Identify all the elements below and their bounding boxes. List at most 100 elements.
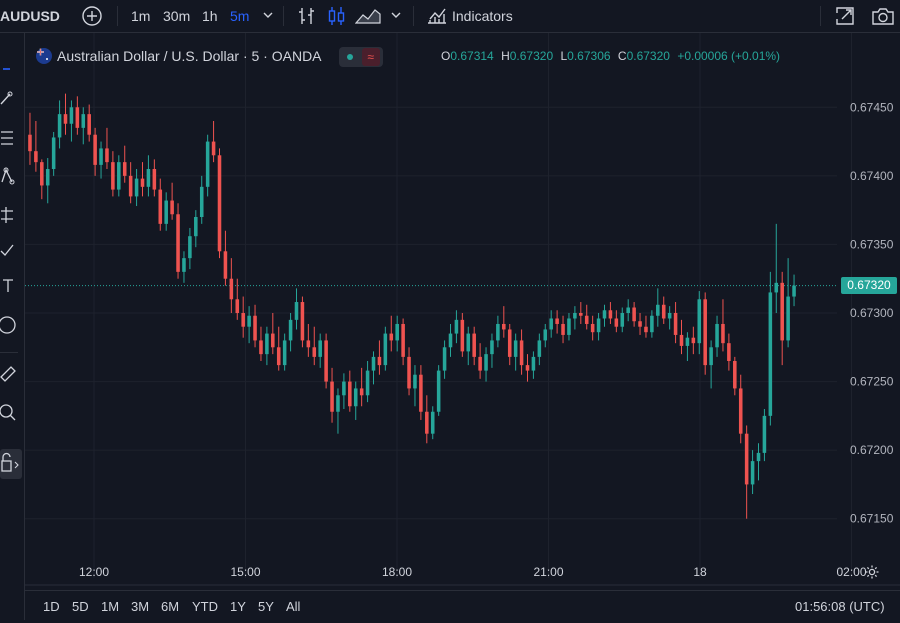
text-tool[interactable] (0, 276, 18, 296)
top-toolbar: AUDUSD 1m 30m 1h 5m Indicators (0, 0, 900, 33)
icon-tool[interactable] (0, 315, 18, 335)
candle (419, 365, 423, 420)
toolbar-divider (413, 6, 414, 26)
chart-area[interactable]: 0.67450 0.67400 0.67350 0.67300 0.67250 0.672… (25, 33, 900, 620)
candle (365, 361, 370, 403)
snapshot-button[interactable] (871, 0, 895, 32)
time-axis[interactable]: 12:00 15:00 18:00 21:00 18 02:00 (25, 565, 900, 586)
range-ytd[interactable]: YTD (192, 591, 218, 621)
candle (768, 271, 773, 426)
interval-dropdown[interactable] (262, 0, 274, 32)
candle (579, 302, 583, 324)
pattern-tool[interactable] (0, 166, 18, 186)
candle (117, 155, 121, 197)
candle-body (247, 315, 251, 327)
candle (715, 315, 719, 357)
candle (282, 333, 287, 371)
range-1m[interactable]: 1M (101, 591, 119, 621)
close-label: C (617, 49, 627, 63)
compare-add-button[interactable] (81, 0, 103, 32)
range-1y[interactable]: 1Y (230, 591, 246, 621)
zoom-tool[interactable] (0, 403, 18, 423)
candles-style-button[interactable] (327, 0, 347, 32)
candle-body (300, 302, 305, 341)
cursor-tool[interactable] (0, 59, 18, 79)
candle-body (271, 333, 275, 348)
drawing-toolbar (0, 33, 25, 620)
fullscreen-button[interactable] (834, 0, 856, 32)
lock-drawings-tool[interactable] (0, 449, 22, 479)
candle (223, 230, 228, 286)
candle-body (525, 365, 530, 371)
bar-style-button[interactable] (297, 0, 317, 32)
candle-body (727, 343, 731, 361)
price-chart[interactable]: 0.67450 0.67400 0.67350 0.67300 0.67250 0.672… (25, 33, 900, 590)
candle-body (632, 307, 636, 322)
candle-body (40, 162, 44, 186)
forecast-tool[interactable] (0, 205, 18, 225)
candle-body (596, 318, 601, 333)
open-label: O (441, 49, 451, 63)
trendline-tool[interactable] (0, 88, 18, 108)
candle (401, 318, 405, 366)
candle (75, 96, 80, 135)
candle (45, 158, 50, 204)
candle-body (650, 315, 654, 333)
symbol-search[interactable]: AUDUSD (0, 0, 60, 32)
candle (774, 223, 779, 313)
candle-body (164, 200, 168, 224)
y-tick-label: 0.67200 (850, 443, 894, 457)
candle (525, 354, 530, 382)
settings-button[interactable] (864, 564, 880, 585)
candle (448, 323, 453, 357)
candle (164, 192, 168, 231)
interval-1h[interactable]: 1h (202, 0, 218, 32)
range-6m[interactable]: 6M (161, 591, 179, 621)
chart-style-dropdown[interactable] (390, 0, 402, 32)
range-5d[interactable]: 5D (72, 591, 89, 621)
fib-retracement-icon (1, 131, 13, 145)
brush-tool[interactable] (0, 239, 18, 259)
price-axis[interactable]: 0.67450 0.67400 0.67350 0.67300 0.67250 0.672… (850, 100, 894, 525)
candle (81, 107, 86, 145)
market-status-toggle[interactable]: ≈ (338, 47, 383, 68)
candle (656, 288, 660, 327)
interval-30m[interactable]: 30m (163, 0, 190, 32)
ruler-icon (0, 366, 16, 382)
trendline-icon (0, 91, 13, 105)
candle-body (490, 340, 494, 355)
indicators-button[interactable]: Indicators (426, 0, 513, 32)
candle (543, 323, 548, 348)
measure-tool[interactable] (0, 363, 18, 383)
candle-body (194, 217, 198, 237)
candle-body (146, 169, 151, 187)
range-3m[interactable]: 3M (131, 591, 149, 621)
candle (490, 333, 494, 368)
candle-body (614, 318, 619, 327)
candle (294, 288, 299, 330)
candle-body (152, 169, 157, 190)
candle (152, 159, 157, 197)
candle-body (75, 107, 80, 128)
candle-body (353, 388, 358, 407)
fib-tool[interactable] (0, 128, 18, 148)
candle (336, 388, 340, 434)
candle-body (691, 337, 696, 344)
candle (573, 306, 577, 330)
interval-1m[interactable]: 1m (131, 0, 150, 32)
candle (259, 326, 263, 361)
plus-circle-icon (82, 6, 102, 26)
range-5y[interactable]: 5Y (258, 591, 274, 621)
candle-body (496, 323, 500, 341)
range-1d[interactable]: 1D (43, 591, 60, 621)
area-style-button[interactable] (354, 0, 381, 32)
candle-body (685, 337, 690, 346)
range-all[interactable]: All (286, 591, 300, 621)
candle-body (430, 411, 435, 434)
interval-5m-active[interactable]: 5m (230, 0, 249, 32)
x-tick-label: 02:00 (836, 565, 866, 579)
candle-body (389, 333, 394, 341)
candle (211, 121, 216, 163)
candle (247, 306, 251, 344)
timezone-clock[interactable]: 01:56:08 (UTC) (795, 591, 885, 621)
